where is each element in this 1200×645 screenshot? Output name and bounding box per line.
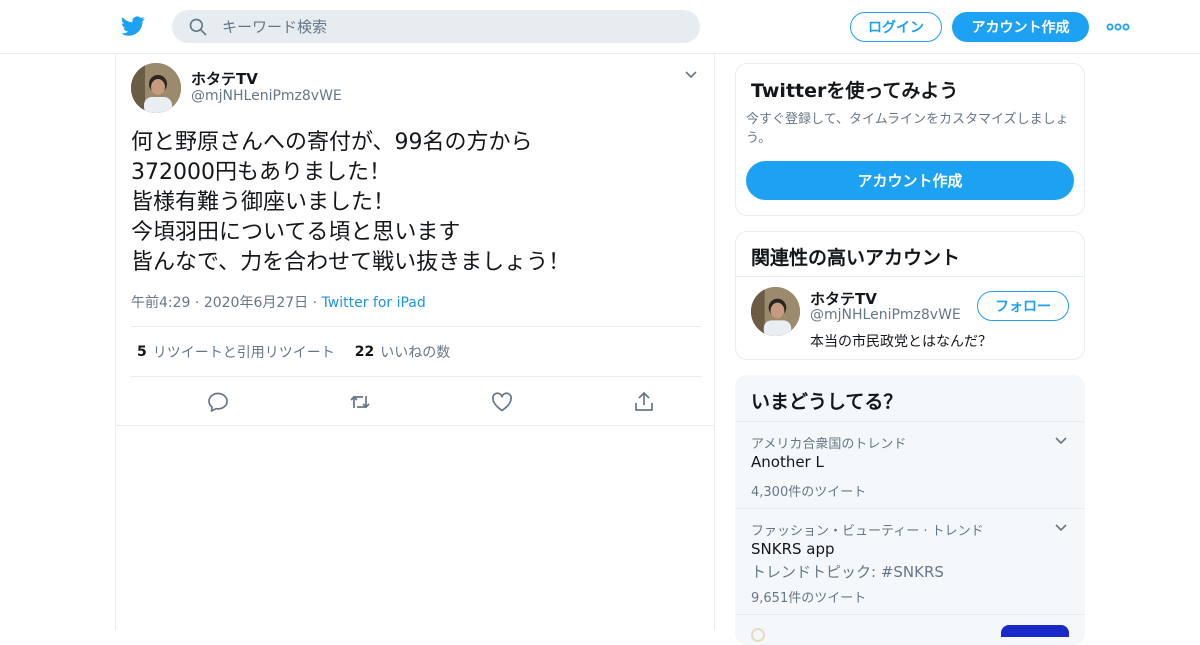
- signup-card-title: Twitterを使ってみよう: [751, 80, 959, 102]
- signup-card-button[interactable]: アカウント作成: [746, 161, 1074, 200]
- tweet-date[interactable]: 2020年6月27日: [204, 295, 308, 311]
- trend-image: [1001, 625, 1069, 637]
- more-dots-icon[interactable]: [1106, 18, 1130, 36]
- trend-context: ファッション・ビューティー · トレンド: [751, 524, 984, 539]
- signup-card: Twitterを使ってみよう 今すぐ登録して、タイムラインをカスタマイズしましょ…: [735, 63, 1085, 216]
- tweet-stats: 5 リツイートと引用リツイート 22 いいねの数: [131, 326, 701, 377]
- avatar[interactable]: [751, 287, 800, 336]
- follow-button[interactable]: フォロー: [977, 291, 1069, 321]
- tweet-line: 何と野原さんへの寄付が、99名の方から: [131, 130, 533, 155]
- search-box[interactable]: [172, 10, 700, 43]
- like-count[interactable]: 22: [355, 344, 374, 360]
- author-handle[interactable]: @mjNHLeniPmz8vWE: [191, 88, 342, 104]
- chevron-down-icon[interactable]: [1054, 434, 1068, 448]
- related-account-handle[interactable]: @mjNHLeniPmz8vWE: [810, 307, 961, 323]
- tweet-line: 皆んなで、力を合わせて戦い抜きましょう！: [131, 250, 571, 275]
- tweet-line: 今頃羽田についてる頃と思います: [131, 220, 461, 245]
- meta-separator: ·: [312, 295, 322, 311]
- tweet-actions: [131, 377, 701, 426]
- tweet-meta: 午前4:29 · 2020年6月27日 · Twitter for iPad: [131, 292, 426, 312]
- reply-icon[interactable]: [206, 390, 230, 414]
- trend-count: 4,300件のツイート: [751, 485, 867, 500]
- chevron-down-icon[interactable]: [1054, 521, 1068, 535]
- divider: [736, 276, 1084, 277]
- trend-topic: トレンドトピック: #SNKRS: [751, 563, 944, 581]
- trend-name[interactable]: SNKRS app: [751, 540, 835, 558]
- top-bar: ログイン アカウント作成: [0, 0, 1200, 54]
- divider: [116, 425, 714, 426]
- login-button[interactable]: ログイン: [850, 12, 942, 42]
- related-account-name[interactable]: ホタテTV: [810, 288, 877, 309]
- retweet-label[interactable]: リツイートと引用リツイート: [153, 342, 335, 362]
- tweet-line: 皆様有難う御座いました！: [131, 190, 396, 215]
- search-input[interactable]: [222, 10, 682, 43]
- meta-separator: ·: [194, 295, 204, 311]
- chevron-down-icon[interactable]: [684, 68, 698, 82]
- tweet-column: ホタテTV @mjNHLeniPmz8vWE 何と野原さんへの寄付が、99名の方…: [115, 54, 715, 630]
- related-accounts-card: 関連性の高いアカウント ホタテTV @mjNHLeniPmz8vWE 本当の市民…: [735, 231, 1085, 360]
- twitter-bird-icon[interactable]: [120, 14, 146, 38]
- signup-button[interactable]: アカウント作成: [952, 12, 1089, 42]
- trends-card: いまどうしてる？ アメリカ合衆国のトレンド Another L 4,300件のツ…: [735, 375, 1085, 645]
- trend-count: 9,651件のツイート: [751, 591, 867, 606]
- search-icon: [189, 18, 207, 36]
- related-account-bio: 本当の市民政党とはなんだ？: [810, 334, 992, 350]
- like-label[interactable]: いいねの数: [380, 342, 450, 362]
- related-card-title: 関連性の高いアカウント: [751, 247, 961, 269]
- trends-card-title: いまどうしてる？: [751, 391, 903, 413]
- trend-item[interactable]: ファッション・ビューティー · トレンド SNKRS app トレンドトピック:…: [736, 508, 1084, 614]
- retweet-icon[interactable]: [348, 390, 372, 414]
- trend-context: アメリカ合衆国のトレンド: [751, 437, 907, 452]
- tweet-line: 372000円もありました！: [131, 160, 391, 185]
- heart-icon[interactable]: [490, 390, 514, 414]
- trend-name[interactable]: Another L: [751, 453, 824, 471]
- trend-item[interactable]: アメリカ合衆国のトレンド Another L 4,300件のツイート: [736, 421, 1084, 508]
- retweet-count[interactable]: 5: [137, 344, 147, 360]
- avatar[interactable]: [131, 63, 181, 113]
- author-name[interactable]: ホタテTV: [191, 68, 258, 89]
- share-icon[interactable]: [632, 390, 656, 414]
- tweet-source-link[interactable]: Twitter for iPad: [322, 295, 426, 311]
- trend-promoted-icon: [751, 628, 765, 642]
- tweet-time[interactable]: 午前4:29: [131, 295, 190, 311]
- signup-description: 今すぐ登録して、タイムラインをカスタマイズしましょう。: [746, 112, 1069, 146]
- tweet-text: 何と野原さんへの寄付が、99名の方から 372000円もありました！ 皆様有難う…: [131, 128, 701, 278]
